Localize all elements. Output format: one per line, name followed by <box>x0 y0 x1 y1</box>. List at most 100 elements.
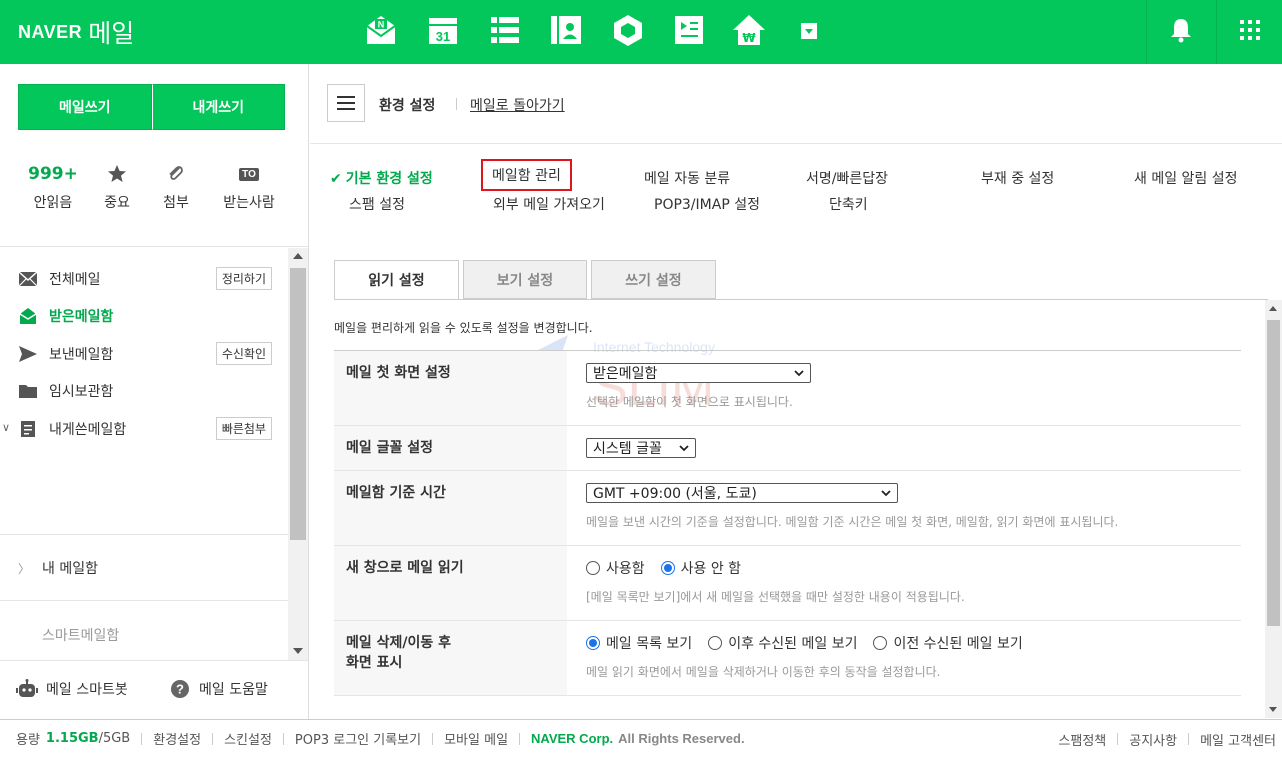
quick-to-me[interactable]: TO 받는사람 <box>214 160 284 212</box>
help-icon: ? <box>169 678 191 700</box>
setting-value: GMT +09:00 (서울, 도쿄) 메일을 보낸 시간의 기준을 설정합니다… <box>567 471 1241 545</box>
folder-inbox[interactable]: 받은메일함 <box>0 298 288 336</box>
scroll-up-icon[interactable] <box>293 253 303 259</box>
read-receipt-button[interactable]: 수신확인 <box>215 342 272 366</box>
menu-auto-sort[interactable]: 메일 자동 분류 <box>644 168 730 188</box>
first-screen-select[interactable]: 받은메일함 <box>586 363 811 383</box>
menu-signature[interactable]: 서명/빠른답장 <box>806 168 888 188</box>
setting-label: 새 창으로 메일 읽기 <box>334 546 567 620</box>
menu-basic-settings[interactable]: ✔ 기본 환경 설정 <box>330 168 433 188</box>
radio-label: 사용함 <box>606 561 645 577</box>
menu-absence[interactable]: 부재 중 설정 <box>981 168 1054 188</box>
radio-prev-mail[interactable]: 이전 수신된 메일 보기 <box>873 633 1023 653</box>
chevron-down-icon <box>679 445 689 452</box>
quick-attach-button[interactable]: 빠른첨부 <box>215 417 272 441</box>
radio-not-use[interactable]: 사용 안 함 <box>660 558 742 578</box>
setting-row-first-screen: 메일 첫 화면 설정 받은메일함 선택한 메일함이 첫 화면으로 표시됩니다. <box>334 351 1241 426</box>
footer-right-links: 스팸정책 공지사항 메일 고객센터 <box>1058 720 1276 757</box>
footer-corp[interactable]: NAVER Corp. <box>531 731 613 746</box>
select-value: 받은메일함 <box>593 366 658 382</box>
quick-attachment[interactable]: 첨부 <box>141 160 211 212</box>
chevron-down-icon[interactable]: ∨ <box>2 421 10 434</box>
page-title: 환경 설정 <box>379 98 436 114</box>
footer-link-notice[interactable]: 공지사항 <box>1129 730 1177 749</box>
chevron-right-icon: 〉 <box>18 561 31 576</box>
scroll-thumb[interactable] <box>1267 320 1280 626</box>
write-buttons: 메일쓰기 내게쓰기 <box>18 84 285 130</box>
scroll-down-icon[interactable] <box>1269 707 1277 712</box>
menu-spam-settings[interactable]: 스팸 설정 <box>349 194 405 214</box>
calendar-day-text: 31 <box>436 29 450 44</box>
menu-shortcut[interactable]: 단축키 <box>829 194 868 214</box>
write-mail-button[interactable]: 메일쓰기 <box>18 84 152 130</box>
check-icon: ✔ <box>330 171 342 187</box>
main-scrollbar[interactable] <box>1265 300 1282 718</box>
footer-link-pop3-log[interactable]: POP3 로그인 기록보기 <box>295 729 421 748</box>
footer-link-spam-policy[interactable]: 스팸정책 <box>1058 730 1106 749</box>
menu-toggle-button[interactable] <box>327 84 365 122</box>
smartbot-link[interactable]: 메일 스마트봇 <box>16 678 128 700</box>
naver-mail-logo[interactable]: NAVER 메일 <box>18 12 134 52</box>
folder-sent[interactable]: 보낸메일함 수신확인 <box>0 335 288 373</box>
folder-self-mail[interactable]: ∨ 내게쓴메일함 빠른첨부 <box>0 410 288 448</box>
menu-new-mail-alert[interactable]: 새 메일 알림 설정 <box>1134 168 1238 188</box>
sidebar-scrollbar[interactable] <box>288 248 308 660</box>
radio-mail-list[interactable]: 메일 목록 보기 <box>586 633 692 653</box>
tab-write-settings[interactable]: 쓰기 설정 <box>591 260 716 299</box>
radio-next-mail[interactable]: 이후 수신된 메일 보기 <box>708 633 857 653</box>
back-to-mail-link[interactable]: 메일로 돌아가기 <box>470 95 565 115</box>
timezone-select[interactable]: GMT +09:00 (서울, 도쿄) <box>586 483 898 503</box>
envelope-icon <box>18 269 38 289</box>
bell-icon[interactable] <box>1163 12 1199 48</box>
contacts-list-icon[interactable] <box>487 12 523 48</box>
hamburger-line <box>337 102 355 104</box>
memo-icon[interactable] <box>671 12 707 48</box>
to-label: 받는사람 <box>223 195 275 211</box>
font-select[interactable]: 시스템 글꼴 <box>586 438 696 458</box>
radio-label: 사용 안 함 <box>680 561 742 577</box>
help-link[interactable]: ? 메일 도움말 <box>169 678 268 700</box>
tab-view-settings[interactable]: 보기 설정 <box>463 260 587 299</box>
setting-hint: 메일을 보낸 시간의 기준을 설정합니다. 메일함 기준 시간은 메일 첫 화면… <box>586 515 1119 529</box>
folder-drafts[interactable]: 임시보관함 <box>0 373 288 411</box>
smart-mailbox[interactable]: 스마트메일함 <box>42 625 119 645</box>
quick-unread[interactable]: 999+ 안읽음 <box>18 160 88 212</box>
cube-icon[interactable] <box>610 12 646 48</box>
select-value: GMT +09:00 (서울, 도쿄) <box>593 486 757 502</box>
address-book-icon[interactable] <box>548 12 584 48</box>
more-dropdown-icon[interactable] <box>791 12 827 48</box>
folder-name: 보낸메일함 <box>49 346 114 363</box>
mail-icon[interactable]: N <box>363 12 399 48</box>
cleanup-button[interactable]: 정리하기 <box>215 267 272 291</box>
scroll-up-icon[interactable] <box>1269 306 1277 311</box>
footer-link-skin[interactable]: 스킨설정 <box>224 729 272 748</box>
radio-use[interactable]: 사용함 <box>586 558 645 578</box>
send-icon <box>18 344 38 364</box>
pay-house-icon[interactable]: ₩ <box>731 12 767 48</box>
menu-external-mail[interactable]: 외부 메일 가져오기 <box>493 194 605 214</box>
menu-pop3-imap[interactable]: POP3/IMAP 설정 <box>654 194 760 214</box>
setting-label: 메일 첫 화면 설정 <box>334 351 567 425</box>
setting-value: 시스템 글꼴 <box>567 426 1241 470</box>
footer-link-mobile[interactable]: 모바일 메일 <box>444 729 508 748</box>
menu-mailbox-manage[interactable]: 메일함 관리 <box>481 159 572 191</box>
help-label: 메일 도움말 <box>199 682 268 698</box>
footer-link-settings[interactable]: 환경설정 <box>153 729 201 748</box>
tab-read-settings[interactable]: 읽기 설정 <box>334 260 459 300</box>
folder-list: 전체메일 정리하기 받은메일함 보낸메일함 수신확인 임시보관함 ∨ 내게쓴메일… <box>0 260 288 448</box>
svg-text:?: ? <box>176 682 184 697</box>
calendar-icon[interactable]: 31 <box>425 12 461 48</box>
hamburger-line <box>337 108 355 110</box>
scroll-down-icon[interactable] <box>293 648 303 654</box>
footer-link-support[interactable]: 메일 고객센터 <box>1200 730 1276 749</box>
folder-all-mail[interactable]: 전체메일 정리하기 <box>0 260 288 298</box>
chevron-down-icon <box>881 490 891 497</box>
write-to-self-button[interactable]: 내게쓰기 <box>151 84 285 130</box>
folder-icon <box>18 381 38 401</box>
after-delete-radios: 메일 목록 보기 이후 수신된 메일 보기 이전 수신된 메일 보기 <box>586 633 1241 653</box>
chevron-down-icon <box>794 370 804 377</box>
scroll-thumb[interactable] <box>290 268 306 540</box>
apps-grid-icon[interactable] <box>1232 12 1268 48</box>
my-mailbox-toggle[interactable]: 〉 내 메일함 <box>18 558 98 578</box>
divider <box>0 534 288 535</box>
